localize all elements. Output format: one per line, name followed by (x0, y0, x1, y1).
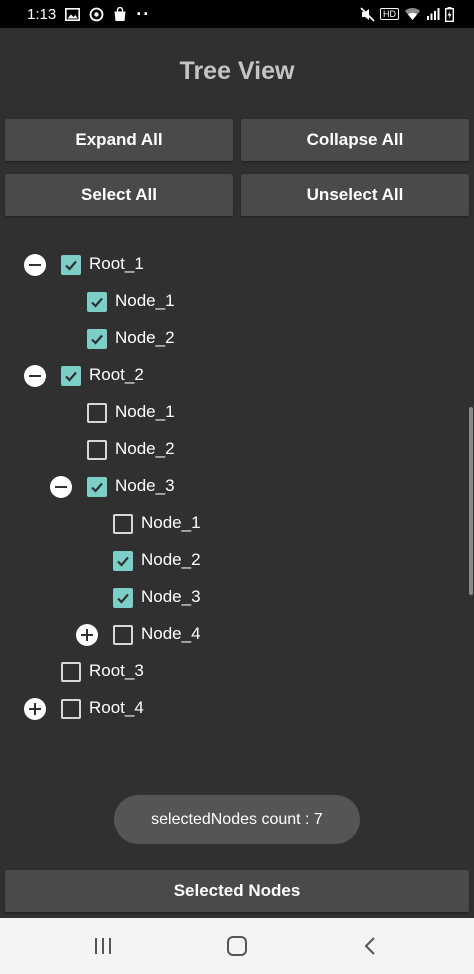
tree-node[interactable]: Root_2 (0, 361, 474, 391)
tree-node-label: Node_2 (115, 439, 175, 458)
tree-node-label: Root_1 (89, 254, 144, 273)
tree-node-label: Root_3 (89, 661, 144, 680)
checkbox-checked[interactable] (87, 477, 107, 497)
wifi-icon (404, 7, 421, 21)
home-icon[interactable] (207, 918, 267, 974)
tree-node[interactable]: Root_3 (0, 657, 474, 687)
back-icon[interactable] (340, 918, 400, 974)
collapse-icon[interactable] (50, 476, 72, 498)
recents-icon[interactable] (73, 918, 133, 974)
mute-icon (360, 6, 375, 22)
tree-node-label: Node_3 (115, 476, 175, 495)
tree-node[interactable]: Node_2 (0, 546, 474, 576)
tree-node[interactable]: Node_1 (0, 398, 474, 428)
scrollbar[interactable] (469, 407, 473, 595)
image-icon (65, 7, 81, 21)
more-dots-icon: ·· (136, 3, 151, 24)
status-left: 1:13 ·· (0, 4, 150, 25)
tree-node-label: Node_1 (141, 513, 201, 532)
tree-node-label: Node_1 (115, 291, 175, 310)
selected-nodes-button[interactable]: Selected Nodes (5, 870, 469, 912)
checkbox-checked[interactable] (61, 255, 81, 275)
tree-node-label: Node_1 (115, 402, 175, 421)
tree-node-label: Node_2 (115, 328, 175, 347)
checkbox-unchecked[interactable] (61, 699, 81, 719)
tree-node[interactable]: Node_2 (0, 435, 474, 465)
checkbox-checked[interactable] (113, 551, 133, 571)
status-time: 1:13 (27, 5, 57, 23)
tree-node-label: Root_2 (89, 365, 144, 384)
collapse-icon[interactable] (24, 365, 46, 387)
expand-icon[interactable] (24, 698, 46, 720)
toast-message: selectedNodes count : 7 (114, 795, 360, 844)
checkbox-checked[interactable] (61, 366, 81, 386)
status-right: HD (360, 6, 474, 22)
tree-node-label: Node_3 (141, 587, 201, 606)
checkbox-unchecked[interactable] (113, 625, 133, 645)
tree-node[interactable]: Node_3 (0, 472, 474, 502)
status-bar: 1:13 ·· HD (0, 0, 474, 28)
collapse-all-button[interactable]: Collapse All (241, 119, 469, 161)
checkbox-unchecked[interactable] (87, 403, 107, 423)
collapse-icon[interactable] (24, 254, 46, 276)
signal-icon (426, 7, 440, 21)
unselect-all-button[interactable]: Unselect All (241, 174, 469, 216)
bag-icon (113, 6, 127, 22)
checkbox-checked[interactable] (87, 292, 107, 312)
tree-node-label: Root_4 (89, 698, 144, 717)
tree-node[interactable]: Node_1 (0, 509, 474, 539)
tree-node-label: Node_2 (141, 550, 201, 569)
tree-node[interactable]: Node_2 (0, 324, 474, 354)
tree-node[interactable]: Node_1 (0, 287, 474, 317)
expand-all-button[interactable]: Expand All (5, 119, 233, 161)
select-all-button[interactable]: Select All (5, 174, 233, 216)
checkbox-unchecked[interactable] (87, 440, 107, 460)
tree-node[interactable]: Root_4 (0, 694, 474, 724)
tree-node[interactable]: Node_3 (0, 583, 474, 613)
tree-node-label: Node_4 (141, 624, 201, 643)
checkbox-unchecked[interactable] (113, 514, 133, 534)
checkbox-checked[interactable] (113, 588, 133, 608)
checkbox-unchecked[interactable] (61, 662, 81, 682)
checkbox-checked[interactable] (87, 329, 107, 349)
expand-icon[interactable] (76, 624, 98, 646)
navigation-bar (0, 918, 474, 974)
assistant-icon (89, 7, 104, 22)
tree-node[interactable]: Root_1 (0, 250, 474, 280)
battery-charging-icon (445, 6, 454, 22)
tree-node[interactable]: Node_4 (0, 620, 474, 650)
hd-icon: HD (380, 8, 399, 20)
page-title: Tree View (179, 57, 295, 85)
